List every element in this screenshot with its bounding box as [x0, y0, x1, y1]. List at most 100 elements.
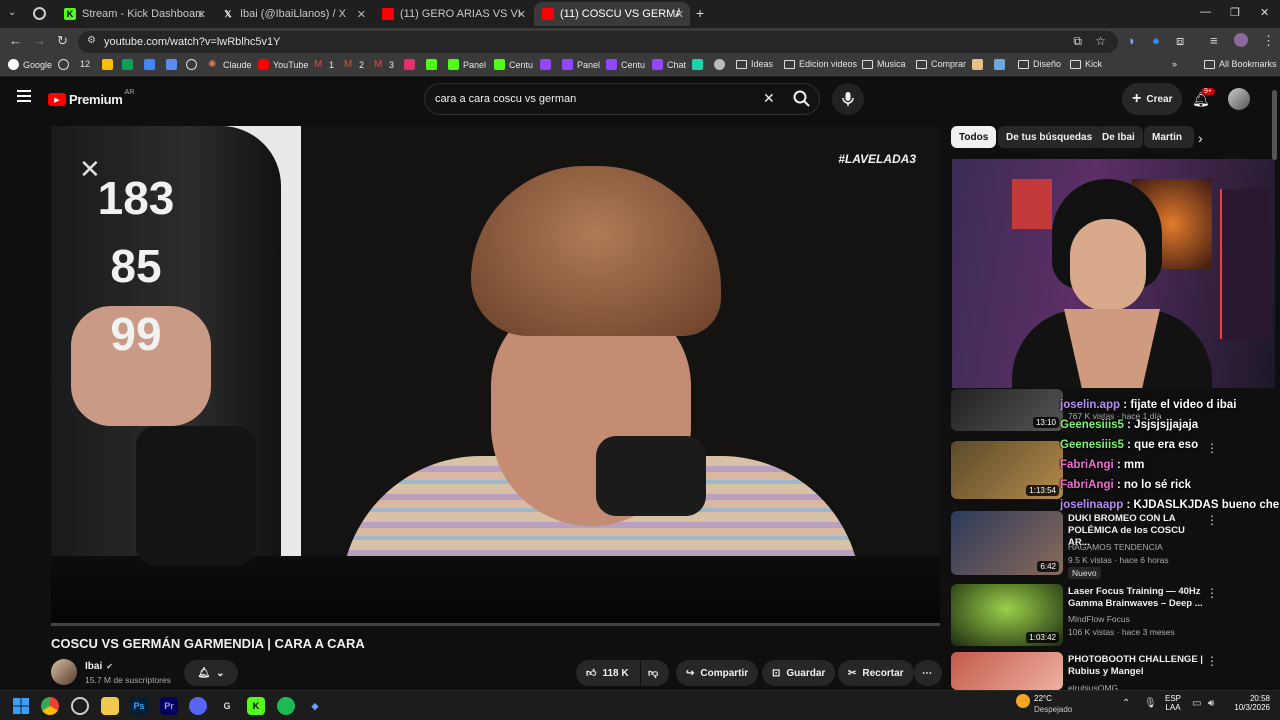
- tab-coscu-german[interactable]: (11) COSCU VS GERMÁN GARM ✕: [534, 2, 690, 26]
- all-bookmarks-button[interactable]: All Bookmarks: [1204, 59, 1277, 69]
- maximize-button[interactable]: ❐: [1230, 6, 1240, 19]
- obs-icon[interactable]: [71, 697, 89, 715]
- reload-icon[interactable]: ↻: [57, 33, 68, 49]
- bookmark-claude[interactable]: ✺ Claude: [208, 59, 252, 70]
- recommended-video[interactable]: 1:03:42 Laser Focus Training — 40Hz Gamm…: [951, 584, 1280, 646]
- chrome-icon[interactable]: [41, 697, 59, 715]
- clock[interactable]: 20:58 10/3/2026: [1226, 694, 1270, 712]
- bookmark-folder-ideas[interactable]: Ideas: [736, 59, 773, 69]
- bookmark-drive[interactable]: [102, 59, 117, 70]
- chip-from-ibai[interactable]: De Ibai: [1094, 126, 1143, 148]
- create-button[interactable]: + Crear: [1122, 83, 1183, 115]
- dislike-button[interactable]: 👎︎: [641, 660, 669, 686]
- menu-icon[interactable]: ⋮: [1262, 33, 1275, 49]
- weather-temp[interactable]: 22°C: [1034, 694, 1052, 703]
- recommended-video[interactable]: PHOTOBOOTH CHALLENGE | Rubius y Mangel e…: [951, 652, 1280, 690]
- video-progress-bar[interactable]: [51, 623, 940, 626]
- bookmark-gmail-1[interactable]: M1: [314, 59, 334, 70]
- youtube-logo[interactable]: ▶ Premium AR: [48, 89, 134, 107]
- spotify-icon[interactable]: [277, 697, 295, 715]
- bookmark-whatsapp[interactable]: [58, 59, 73, 70]
- like-button[interactable]: 👍︎ 118 K: [576, 660, 640, 686]
- microphone-icon[interactable]: 🎙︎: [1144, 698, 1157, 709]
- more-options-icon[interactable]: ⋮: [1206, 586, 1218, 600]
- volume-icon[interactable]: 🔊︎: [1208, 698, 1214, 709]
- clear-search-icon[interactable]: ✕: [763, 90, 775, 107]
- bookmark-extra-3[interactable]: [972, 59, 987, 70]
- bookmark-openai[interactable]: [186, 59, 201, 70]
- file-explorer-icon[interactable]: [101, 697, 119, 715]
- bookmark-folder-diseno[interactable]: Diseño: [1018, 59, 1061, 69]
- tab-kick-dashboard[interactable]: K Stream - Kick Dashboard ✕: [56, 2, 212, 26]
- bookmark-youtube[interactable]: YouTube: [258, 59, 308, 70]
- app-icon[interactable]: G: [218, 697, 236, 715]
- extension-icon[interactable]: ●: [1152, 33, 1160, 48]
- bookmark-centu-2[interactable]: Centu: [606, 59, 645, 70]
- minimize-button[interactable]: —: [1200, 6, 1211, 18]
- app-icon[interactable]: ◆: [306, 697, 324, 715]
- bookmark-chat[interactable]: Chat: [652, 59, 686, 70]
- forward-icon[interactable]: →: [33, 33, 46, 48]
- voice-search-button[interactable]: [832, 83, 864, 115]
- chip-from-searches[interactable]: De tus búsquedas: [998, 126, 1101, 148]
- bookmark-panel-1[interactable]: Panel: [448, 59, 486, 70]
- bookmark-extra-2[interactable]: [714, 59, 729, 70]
- profile-avatar[interactable]: [1234, 33, 1248, 47]
- account-avatar[interactable]: [1228, 88, 1250, 110]
- bookmark-sheets[interactable]: [122, 59, 137, 70]
- hamburger-menu-icon[interactable]: [17, 90, 31, 102]
- bookmark-calendar[interactable]: [166, 59, 181, 70]
- bookmark-instagram[interactable]: [404, 59, 419, 70]
- bookmark-twitch[interactable]: [540, 59, 555, 70]
- close-window-button[interactable]: ✕: [1260, 6, 1269, 19]
- close-icon[interactable]: ✕: [517, 8, 526, 21]
- network-icon[interactable]: ▭: [1192, 698, 1201, 709]
- tab-search-icon[interactable]: ⌄: [8, 7, 16, 18]
- bookmark-extra-4[interactable]: [994, 59, 1009, 70]
- bookmark-google[interactable]: Google: [8, 59, 52, 70]
- whatsapp-icon[interactable]: [33, 7, 46, 20]
- subscription-bell-button[interactable]: 🔔︎ ⌄: [184, 660, 238, 686]
- photoshop-icon[interactable]: Ps: [130, 697, 148, 715]
- bookmarks-overflow-icon[interactable]: »: [1172, 59, 1177, 69]
- bookmark-extra-1[interactable]: [692, 59, 707, 70]
- bookmark-docs[interactable]: [144, 59, 159, 70]
- bookmark-folder-kick[interactable]: Kick: [1070, 59, 1102, 69]
- site-info-icon[interactable]: ⚙: [87, 35, 96, 46]
- url-bar[interactable]: ⚙ youtube.com/watch?v=lwRblhc5v1Y ⧉ ☆: [78, 31, 1118, 53]
- close-icon[interactable]: ✕: [197, 8, 206, 21]
- more-actions-button[interactable]: ⋯: [914, 660, 942, 686]
- more-options-icon[interactable]: ⋮: [1206, 513, 1218, 527]
- premiere-icon[interactable]: Pr: [160, 697, 178, 715]
- chip-martin[interactable]: Martin: [1144, 126, 1194, 148]
- extension-icon[interactable]: ◗: [1128, 33, 1136, 48]
- chip-all[interactable]: Todos: [951, 126, 997, 148]
- star-icon[interactable]: ☆: [1095, 34, 1106, 48]
- tab-gero-arias[interactable]: (11) GERO ARIAS VS VIRUZZ | C ✕: [374, 2, 532, 26]
- bookmark-gmail-2[interactable]: M2: [344, 59, 364, 70]
- close-icon[interactable]: ✕: [675, 8, 684, 21]
- windows-start-icon[interactable]: [12, 697, 30, 715]
- channel-name[interactable]: Ibai ✔: [85, 661, 113, 672]
- bookmark-gmail-3[interactable]: M3: [374, 59, 394, 70]
- tray-chevron-icon[interactable]: ⌃: [1122, 698, 1130, 709]
- kick-icon[interactable]: K: [247, 697, 265, 715]
- tab-ibai-x[interactable]: 𝕏 Ibai (@IbaiLlanos) / X ✕: [214, 2, 372, 26]
- clip-button[interactable]: ✂ Recortar: [838, 660, 914, 686]
- search-button[interactable]: [786, 87, 818, 111]
- share-button[interactable]: ↪ Compartir: [676, 660, 759, 686]
- discord-icon[interactable]: [189, 697, 207, 715]
- close-icon[interactable]: ✕: [357, 8, 366, 21]
- bookmark-panel-2[interactable]: Panel: [562, 59, 600, 70]
- notifications-button[interactable]: 🔔︎ 9+: [1192, 88, 1215, 108]
- chevron-right-icon[interactable]: ›: [1198, 130, 1203, 146]
- bookmark-folder-musica[interactable]: Musica: [862, 59, 906, 69]
- media-icon[interactable]: ≡: [1210, 33, 1218, 48]
- extensions-icon[interactable]: ⧈: [1176, 33, 1184, 49]
- save-button[interactable]: ⊡ Guardar: [762, 660, 836, 686]
- back-icon[interactable]: ←: [9, 33, 22, 48]
- more-options-icon[interactable]: ⋮: [1206, 441, 1218, 455]
- search-input[interactable]: cara a cara coscu vs german: [424, 83, 820, 115]
- recommended-video[interactable]: 6:42 DUKI BROMEO CON LA POLÉMICA de los …: [951, 511, 1280, 581]
- bookmark-kick[interactable]: [426, 59, 441, 70]
